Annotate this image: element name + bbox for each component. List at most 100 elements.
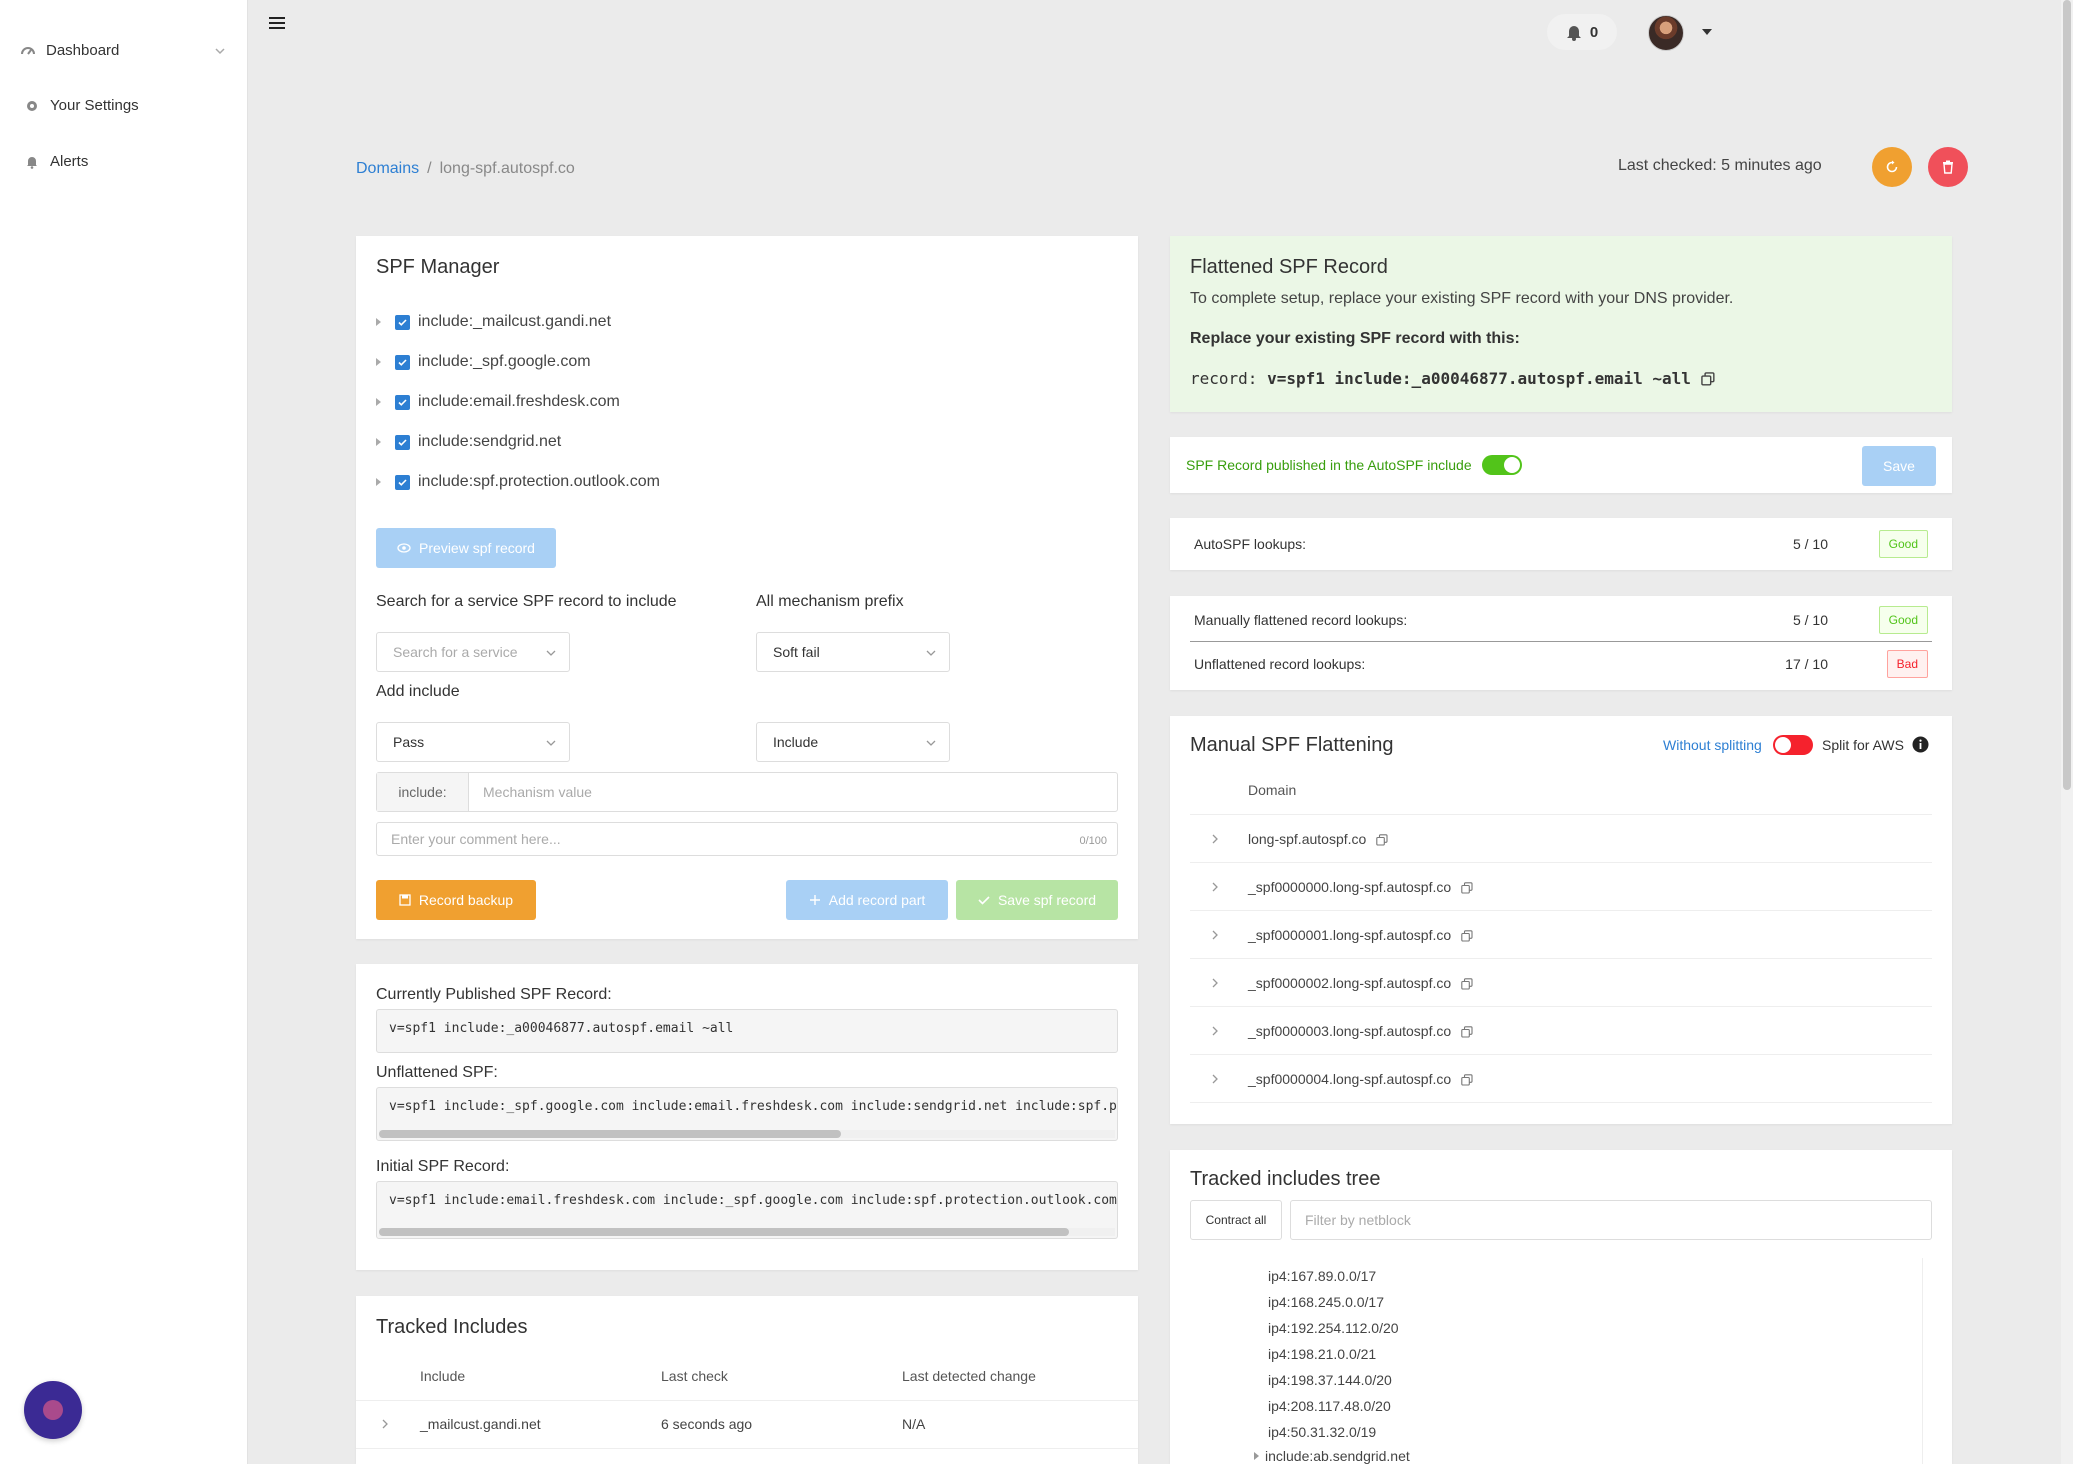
spf-records-card: Currently Published SPF Record: v=spf1 i… <box>356 964 1138 1270</box>
save-spf-record-label: Save spf record <box>997 892 1097 908</box>
scrollbar-thumb[interactable] <box>379 1228 1069 1236</box>
table-row[interactable]: _spf0000002.long-spf.autospf.co <box>1190 959 1932 1007</box>
chevron-right-icon[interactable] <box>1210 1073 1220 1085</box>
include-label: include:_mailcust.gandi.net <box>418 313 612 330</box>
caret-right-icon[interactable] <box>376 478 381 486</box>
refresh-button[interactable] <box>1872 147 1912 187</box>
split-aws-toggle[interactable] <box>1773 735 1813 755</box>
table-row[interactable]: _spf0000001.long-spf.autospf.co <box>1190 911 1932 959</box>
chat-widget-button[interactable] <box>24 1381 82 1439</box>
copy-icon[interactable] <box>1461 978 1473 990</box>
copy-icon[interactable] <box>1461 1026 1473 1038</box>
table-row[interactable]: long-spf.autospf.co <box>1190 815 1932 863</box>
include-item[interactable]: include:sendgrid.net <box>376 433 561 451</box>
caret-down-icon[interactable] <box>1702 29 1712 35</box>
breadcrumb-domains-link[interactable]: Domains <box>356 160 419 178</box>
include-item[interactable]: include:_spf.google.com <box>376 353 591 371</box>
chevron-right-icon[interactable] <box>1210 977 1220 989</box>
horizontal-scrollbar[interactable] <box>379 1130 1115 1138</box>
includes-tree-card: Tracked includes tree Contract all Filte… <box>1170 1150 1952 1464</box>
copy-icon[interactable] <box>1701 371 1715 386</box>
without-splitting-label[interactable]: Without splitting <box>1663 737 1762 753</box>
delete-button[interactable] <box>1928 147 1968 187</box>
publish-card: SPF Record published in the AutoSPF incl… <box>1170 437 1952 493</box>
column-header-last-change: Last detected change <box>902 1368 1036 1384</box>
scrollbar-thumb[interactable] <box>379 1130 841 1138</box>
preview-spf-button[interactable]: Preview spf record <box>376 528 556 568</box>
include-item[interactable]: include:email.freshdesk.com <box>376 393 620 411</box>
copy-icon[interactable] <box>1376 834 1388 846</box>
sidebar-item-label: Alerts <box>50 153 89 170</box>
notification-count: 0 <box>1589 23 1599 41</box>
mechanism-prefix-select[interactable]: Soft fail <box>756 632 950 672</box>
copy-icon[interactable] <box>1461 882 1473 894</box>
manual-lookups-value: 5 / 10 <box>1792 612 1828 628</box>
record-backup-button[interactable]: Record backup <box>376 880 536 920</box>
manual-lookups-row: Manually flattened record lookups: 5 / 1… <box>1194 605 1928 635</box>
vertical-scrollbar[interactable] <box>1922 1258 1932 1464</box>
horizontal-scrollbar[interactable] <box>379 1228 1115 1236</box>
table-row[interactable]: _spf0000003.long-spf.autospf.co <box>1190 1007 1932 1055</box>
avatar[interactable] <box>1648 15 1684 51</box>
tree-entry: ip4:50.31.32.0/19 <box>1268 1424 1377 1440</box>
copy-icon[interactable] <box>1461 1074 1473 1086</box>
sidebar-item-dashboard[interactable]: Dashboard <box>20 42 119 59</box>
include-checkbox[interactable] <box>395 434 410 450</box>
column-header-include: Include <box>420 1368 466 1384</box>
publish-toggle[interactable] <box>1482 455 1522 475</box>
breadcrumb-current: long-spf.autospf.co <box>439 160 575 177</box>
contract-all-button[interactable]: Contract all <box>1190 1200 1282 1240</box>
add-include-label: Add include <box>376 683 460 700</box>
chevron-right-icon[interactable] <box>380 1418 390 1430</box>
include-item[interactable]: include:_mailcust.gandi.net <box>376 313 611 331</box>
chevron-right-icon[interactable] <box>1210 929 1220 941</box>
caret-right-icon[interactable] <box>376 438 381 446</box>
notifications-button[interactable]: 0 <box>1547 14 1617 50</box>
copy-icon[interactable] <box>1461 930 1473 942</box>
caret-right-icon[interactable] <box>376 358 381 366</box>
netblock-filter-input[interactable]: Filter by netblock <box>1290 1200 1932 1240</box>
caret-right-icon[interactable] <box>376 318 381 326</box>
info-icon[interactable] <box>1912 736 1929 753</box>
chevron-right-icon[interactable] <box>1210 1025 1220 1037</box>
qualifier-select[interactable]: Pass <box>376 722 570 762</box>
qualifier-value: Pass <box>393 734 425 750</box>
include-label: include:sendgrid.net <box>418 433 562 450</box>
publish-save-button[interactable]: Save <box>1862 446 1936 486</box>
mechanism-addon: include: <box>377 773 469 811</box>
sidebar-item-settings[interactable]: Your Settings <box>24 97 139 114</box>
unflattened-spf-label: Unflattened SPF: <box>376 1064 498 1081</box>
chevron-right-icon[interactable] <box>1210 833 1220 845</box>
include-checkbox[interactable] <box>395 394 410 410</box>
mechanism-type-select[interactable]: Include <box>756 722 950 762</box>
comment-textarea[interactable]: Enter your comment here... 0/100 <box>376 822 1118 856</box>
mechanism-value-input[interactable]: Mechanism value <box>469 773 1117 811</box>
unflattened-lookups-row: Unflattened record lookups: 17 / 10 Bad <box>1194 649 1928 679</box>
sidebar-item-label: Your Settings <box>50 97 139 114</box>
mechanism-type-value: Include <box>773 734 819 750</box>
page-scrollbar[interactable] <box>2061 0 2073 1464</box>
include-label: include:email.freshdesk.com <box>418 393 620 410</box>
table-row[interactable]: _spf0000000.long-spf.autospf.co <box>1190 863 1932 911</box>
include-checkbox[interactable] <box>395 354 410 370</box>
add-record-part-button[interactable]: Add record part <box>786 880 948 920</box>
chevron-right-icon[interactable] <box>1210 881 1220 893</box>
caret-right-icon[interactable] <box>1254 1452 1259 1460</box>
record-prefix: record: <box>1190 369 1268 388</box>
eye-icon <box>397 543 411 553</box>
scrollbar-thumb[interactable] <box>2063 0 2071 790</box>
autospf-lookups-label: AutoSPF lookups: <box>1194 536 1307 552</box>
tree-node[interactable]: include:ab.sendgrid.net <box>1254 1448 1410 1464</box>
save-spf-record-button[interactable]: Save spf record <box>956 880 1118 920</box>
table-row[interactable]: _spf0000004.long-spf.autospf.co <box>1190 1055 1932 1103</box>
initial-record-label: Initial SPF Record: <box>376 1158 510 1175</box>
search-service-select[interactable]: Search for a service <box>376 632 570 672</box>
include-item[interactable]: include:spf.protection.outlook.com <box>376 473 660 491</box>
caret-right-icon[interactable] <box>376 398 381 406</box>
hamburger-menu-icon[interactable] <box>268 14 286 32</box>
table-divider <box>356 1400 1138 1401</box>
sidebar-item-alerts[interactable]: Alerts <box>24 153 88 170</box>
include-checkbox[interactable] <box>395 474 410 490</box>
include-checkbox[interactable] <box>395 314 410 330</box>
chevron-down-icon[interactable] <box>213 44 227 58</box>
